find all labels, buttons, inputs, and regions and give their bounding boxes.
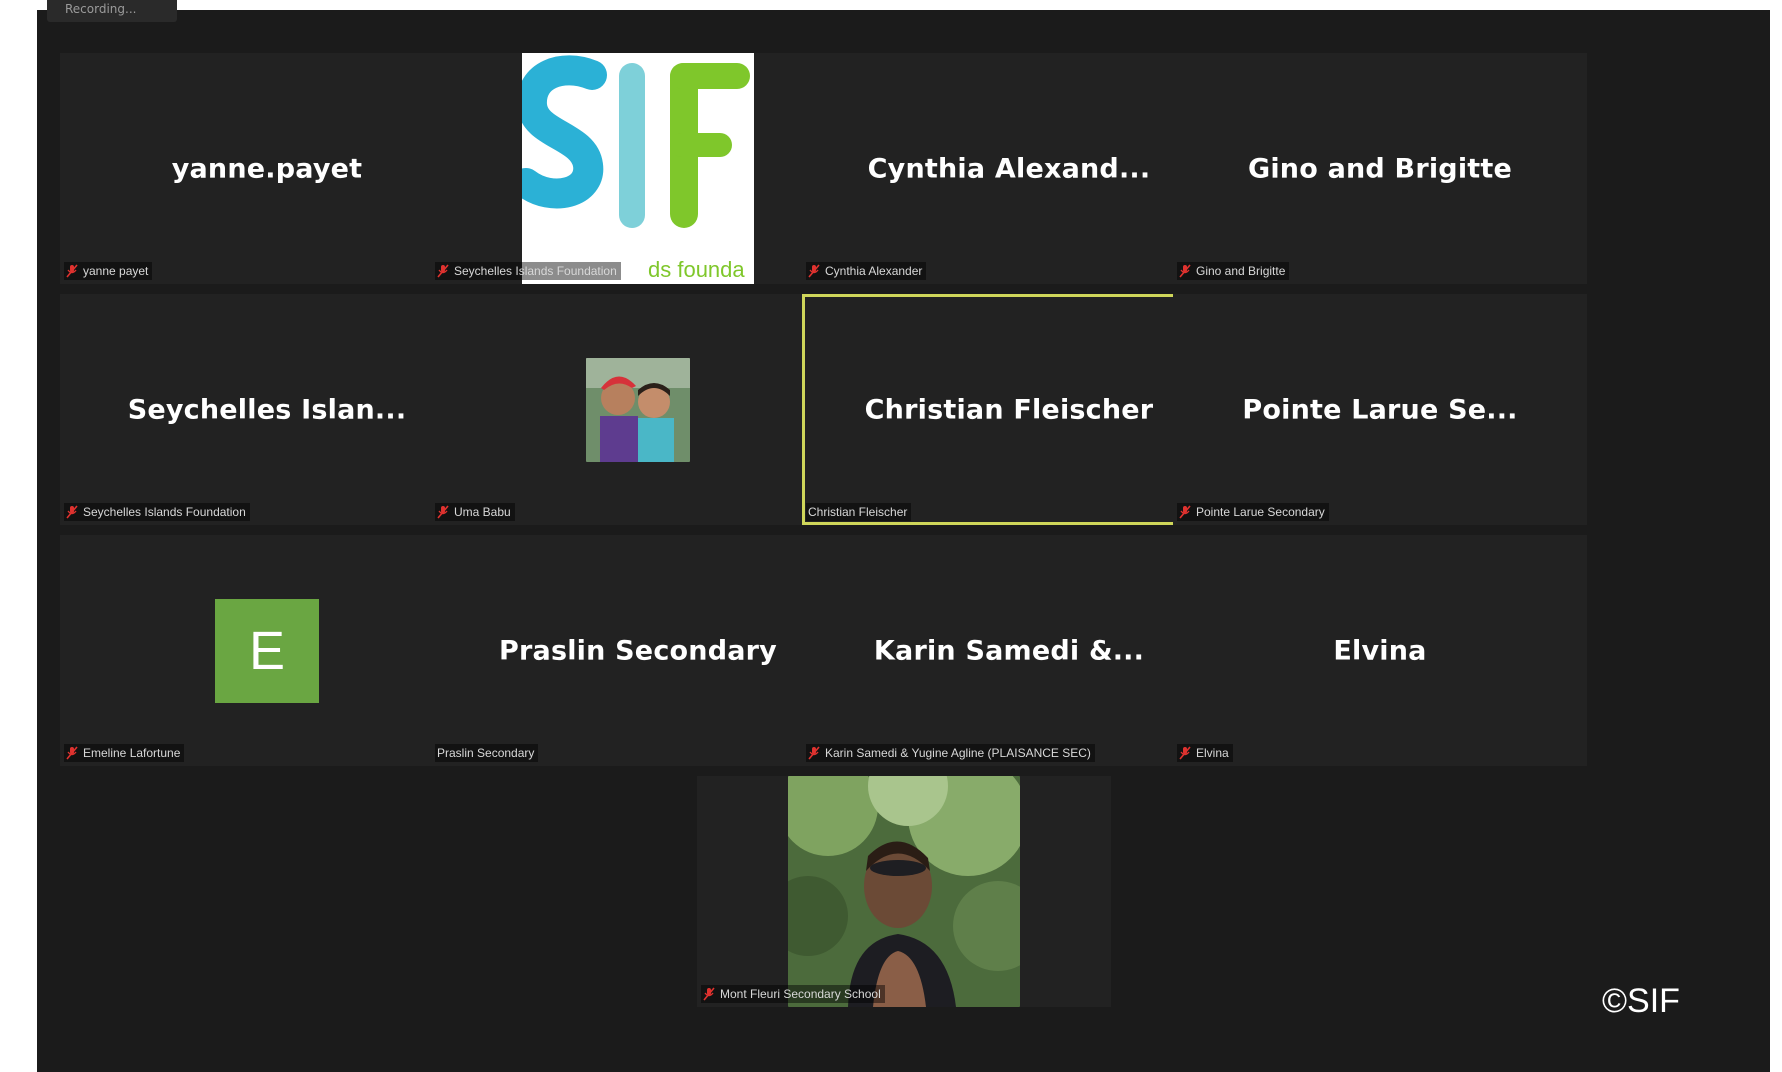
participant-avatar-photo <box>586 358 690 462</box>
participant-tile[interactable]: yanne.payet yanne payet <box>60 53 474 284</box>
participant-label-text: Pointe Larue Secondary <box>1196 505 1325 519</box>
participant-avatar-photo <box>788 776 1020 1007</box>
participant-label-text: Praslin Secondary <box>437 746 535 760</box>
sif-logo-subtext: ds founda <box>648 257 745 282</box>
participant-tile[interactable]: Praslin Secondary Praslin Secondary <box>431 535 845 766</box>
participant-label-text: Emeline Lafortune <box>83 746 181 760</box>
muted-mic-icon <box>1179 505 1191 519</box>
participant-label-text: Uma Babu <box>454 505 511 519</box>
participant-label: Praslin Secondary <box>435 744 539 762</box>
participant-label-text: Gino and Brigitte <box>1196 264 1286 278</box>
participant-tile[interactable]: Elvina Elvina <box>1173 535 1587 766</box>
participant-label: Karin Samedi & Yugine Agline (PLAISANCE … <box>806 744 1095 762</box>
participant-tile[interactable]: Seychelles Islan... Seychelles Islands F… <box>60 294 474 525</box>
participant-label: Cynthia Alexander <box>806 262 927 280</box>
participant-label: Pointe Larue Secondary <box>1177 503 1329 521</box>
participant-display-name: Seychelles Islan... <box>127 394 407 425</box>
participant-label-text: Seychelles Islands Foundation <box>454 264 617 278</box>
participant-tile[interactable]: Gino and Brigitte Gino and Brigitte <box>1173 53 1587 284</box>
participant-display-name: Pointe Larue Se... <box>1242 394 1518 425</box>
muted-mic-icon <box>437 264 449 278</box>
participant-label-text: Cynthia Alexander <box>825 264 923 278</box>
recording-label: Recording... <box>65 2 137 16</box>
muted-mic-icon <box>437 505 449 519</box>
muted-mic-icon <box>66 264 78 278</box>
participant-tile[interactable]: ds founda Seychelles Islands Foundation <box>431 53 845 284</box>
participant-label: Uma Babu <box>435 503 515 521</box>
participant-display-name: Praslin Secondary <box>499 635 777 666</box>
recording-indicator: Recording... <box>47 0 177 22</box>
participant-label-text: Karin Samedi & Yugine Agline (PLAISANCE … <box>825 746 1091 760</box>
participant-display-name: Gino and Brigitte <box>1247 153 1512 184</box>
participant-display-name: Karin Samedi &... <box>873 635 1145 666</box>
muted-mic-icon <box>808 746 820 760</box>
participant-display-name: Cynthia Alexand... <box>867 153 1151 184</box>
participant-tile[interactable]: Pointe Larue Se... Pointe Larue Secondar… <box>1173 294 1587 525</box>
meeting-gallery-view: Recording... yanne.payet yanne payet ds … <box>37 0 1770 1072</box>
participant-tile[interactable]: Uma Babu <box>431 294 845 525</box>
participant-label: Gino and Brigitte <box>1177 262 1290 280</box>
participant-tile[interactable]: Mont Fleuri Secondary School <box>697 776 1111 1007</box>
muted-mic-icon <box>703 987 715 1001</box>
participant-tile[interactable]: Cynthia Alexand... Cynthia Alexander <box>802 53 1216 284</box>
participant-label: Seychelles Islands Foundation <box>435 262 621 280</box>
muted-mic-icon <box>1179 264 1191 278</box>
participant-label-text: Seychelles Islands Foundation <box>83 505 246 519</box>
muted-mic-icon <box>66 746 78 760</box>
participant-label: Christian Fleischer <box>806 503 912 521</box>
participant-label: Mont Fleuri Secondary School <box>701 985 885 1003</box>
participant-tile-active-speaker[interactable]: Christian Fleischer Christian Fleischer <box>802 294 1216 525</box>
participant-tile[interactable]: Karin Samedi &... Karin Samedi & Yugine … <box>802 535 1216 766</box>
copyright-watermark: ©SIF <box>1602 982 1680 1020</box>
muted-mic-icon <box>808 264 820 278</box>
muted-mic-icon <box>66 505 78 519</box>
participant-display-name: yanne.payet <box>171 153 363 184</box>
participant-label-text: Mont Fleuri Secondary School <box>720 987 881 1001</box>
participant-label: Emeline Lafortune <box>64 744 185 762</box>
participant-display-name: Elvina <box>1333 635 1427 666</box>
sif-logo: ds founda <box>522 53 754 284</box>
participant-display-name: Christian Fleischer <box>864 394 1154 425</box>
participant-initial-avatar: E <box>215 599 319 703</box>
participant-label: Elvina <box>1177 744 1233 762</box>
participant-label-text: Christian Fleischer <box>808 505 908 519</box>
participant-tile[interactable]: E Emeline Lafortune <box>60 535 474 766</box>
participant-label: Seychelles Islands Foundation <box>64 503 250 521</box>
participant-label: yanne payet <box>64 262 153 280</box>
muted-mic-icon <box>1179 746 1191 760</box>
participant-label-text: yanne payet <box>83 264 149 278</box>
participant-label-text: Elvina <box>1196 746 1229 760</box>
